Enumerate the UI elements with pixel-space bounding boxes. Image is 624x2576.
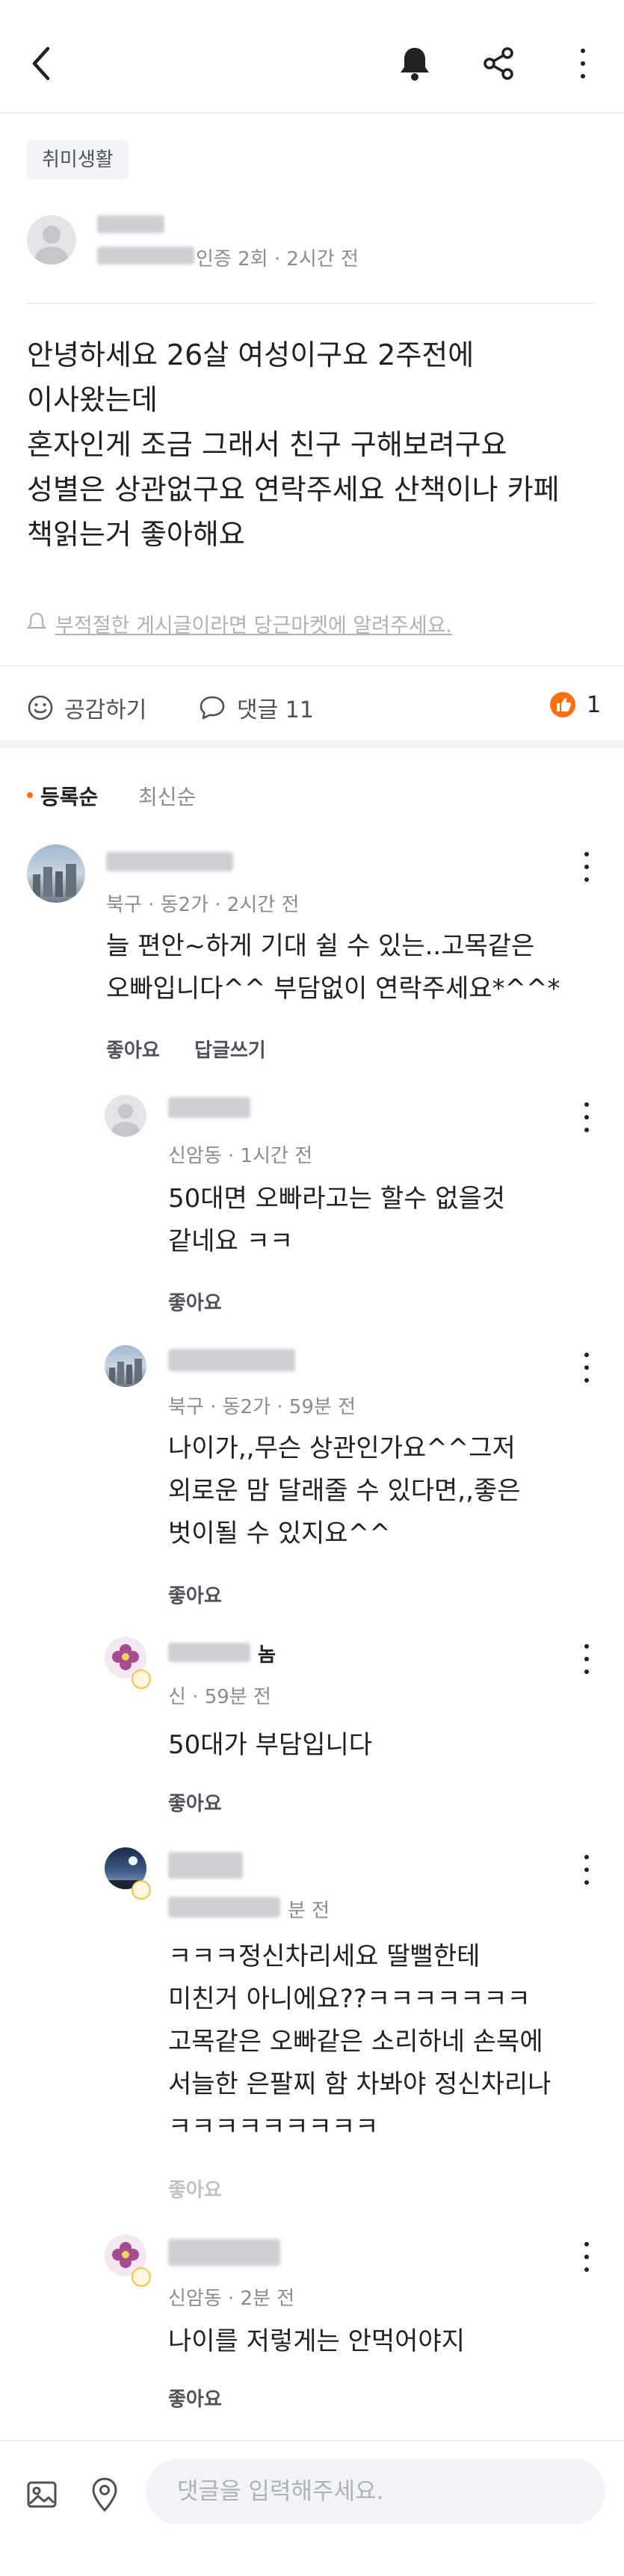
verified-badge-icon (132, 1880, 151, 1900)
verified-badge-icon (132, 1670, 151, 1689)
default-avatar-icon (35, 226, 68, 265)
sort-dot (27, 792, 33, 798)
replier-name-redacted[interactable] (168, 2239, 280, 2266)
like-count[interactable]: 1 (549, 691, 601, 718)
empathy-label: 공감하기 (64, 697, 147, 723)
top-bar (0, 0, 624, 112)
replier-location-redacted (168, 1897, 280, 1918)
like-count-value: 1 (587, 691, 602, 718)
attach-photo-button[interactable] (21, 2474, 63, 2515)
reply-text: ㅋㅋㅋ정신차리세요 딸뻘한테 미친거 아니에요??ㅋㅋㅋㅋㅋㅋㅋ 고목같은 오빠… (168, 1942, 552, 2142)
reply-like-button[interactable]: 좋아요 (168, 2384, 222, 2412)
location-pin-icon (92, 2477, 117, 2512)
replier-name-redacted[interactable] (168, 1643, 250, 1662)
reply-more-button[interactable] (575, 1855, 598, 1885)
reply-meta: 신암동 · 2분 전 (168, 2288, 295, 2310)
replier-name-redacted[interactable] (168, 1349, 295, 1371)
thumbs-up-icon (550, 692, 575, 717)
reply-meta: 신 · 59분 전 (168, 1686, 271, 1708)
verified-badge-icon (132, 2267, 151, 2287)
comment-input[interactable]: 댓글을 입력해주세요. (146, 2459, 605, 2524)
more-options-button[interactable] (572, 49, 594, 78)
reply-avatar[interactable] (105, 1095, 146, 1137)
reply-text: 나이를 저렇게는 안먹어야지 (168, 2326, 465, 2356)
reply-name-fragment: 놈 (258, 1644, 276, 1667)
city-photo-icon (109, 1359, 142, 1384)
bell-icon (401, 48, 429, 81)
reply-like-button[interactable]: 좋아요 (168, 2175, 222, 2202)
category-chip[interactable]: 취미생활 (27, 140, 129, 179)
notification-button[interactable] (392, 41, 437, 86)
attach-location-button[interactable] (84, 2472, 126, 2517)
commenter-name-redacted[interactable] (106, 852, 233, 871)
author-name-redacted[interactable] (97, 215, 164, 233)
share-button[interactable] (476, 41, 521, 86)
share-icon (484, 47, 513, 80)
reply-text: 50대가 부담입니다 (168, 1730, 373, 1760)
chevron-left-icon (32, 46, 50, 81)
reply-meta: 신암동 · 1시간 전 (168, 1145, 313, 1167)
reply-more-button[interactable] (575, 1353, 598, 1383)
reply-more-button[interactable] (575, 2242, 598, 2272)
post-body: 안녕하세요 26살 여성이구요 2주전에 이사왔는데 혼자인게 조금 그래서 친… (27, 339, 560, 551)
comment-like-button[interactable]: 좋아요 (106, 1035, 160, 1063)
author-location-redacted (97, 247, 194, 265)
section-divider (0, 740, 624, 749)
city-photo-icon (33, 864, 76, 897)
actions-top-divider (0, 665, 624, 667)
reply-like-button[interactable]: 좋아요 (168, 1581, 222, 1608)
back-button[interactable] (22, 37, 60, 90)
reply-more-button[interactable] (575, 1102, 598, 1132)
comment-reply-button[interactable]: 답글쓰기 (194, 1035, 266, 1063)
comment-bubble-icon (200, 696, 225, 720)
reply-more-button[interactable] (575, 1644, 598, 1674)
author-avatar[interactable] (27, 215, 76, 265)
smile-icon (28, 695, 53, 720)
empathy-button[interactable]: 공감하기 (27, 691, 146, 724)
reply-meta: 북구 · 동2가 · 59분 전 (168, 1396, 356, 1418)
comment-more-button[interactable] (575, 852, 598, 882)
header-divider (0, 112, 624, 114)
comment-count-button[interactable]: 댓글 11 (198, 691, 314, 724)
reply-like-button[interactable]: 좋아요 (168, 1788, 222, 1816)
replier-name-redacted[interactable] (168, 1097, 250, 1118)
sort-latest[interactable]: 최신순 (138, 781, 196, 811)
report-link[interactable]: 부적절한 게시글이라면 당근마켓에 알려주세요. (55, 609, 452, 638)
comment-avatar[interactable] (27, 844, 85, 903)
reply-avatar[interactable] (105, 1345, 146, 1387)
comment-meta: 북구 · 동2가 · 2시간 전 (106, 894, 300, 916)
reply-meta: 분 전 (288, 1900, 330, 1922)
image-icon (27, 2481, 57, 2508)
comment-text: 늘 편안~하게 기대 쉴 수 있는..고목같은 오빠입니다^^ 부담없이 연락주… (106, 931, 560, 1004)
author-divider (27, 303, 597, 304)
reply-like-button[interactable]: 좋아요 (168, 1288, 222, 1315)
default-avatar-icon (111, 1104, 140, 1137)
author-meta: 인증 2회 · 2시간 전 (196, 248, 359, 271)
report-bell-icon (26, 611, 47, 635)
reply-text: 나이가,,무슨 상관인가요^^그저 외로운 맘 달래줄 수 있다면,,좋은 벗이… (168, 1433, 521, 1548)
replier-name-redacted[interactable] (168, 1852, 243, 1879)
reply-text: 50대면 오빠라고는 할수 없을것 같네요 ㅋㅋ (168, 1184, 506, 1256)
sort-registered[interactable]: 등록순 (40, 781, 98, 811)
comment-count-label: 댓글 11 (237, 697, 314, 723)
